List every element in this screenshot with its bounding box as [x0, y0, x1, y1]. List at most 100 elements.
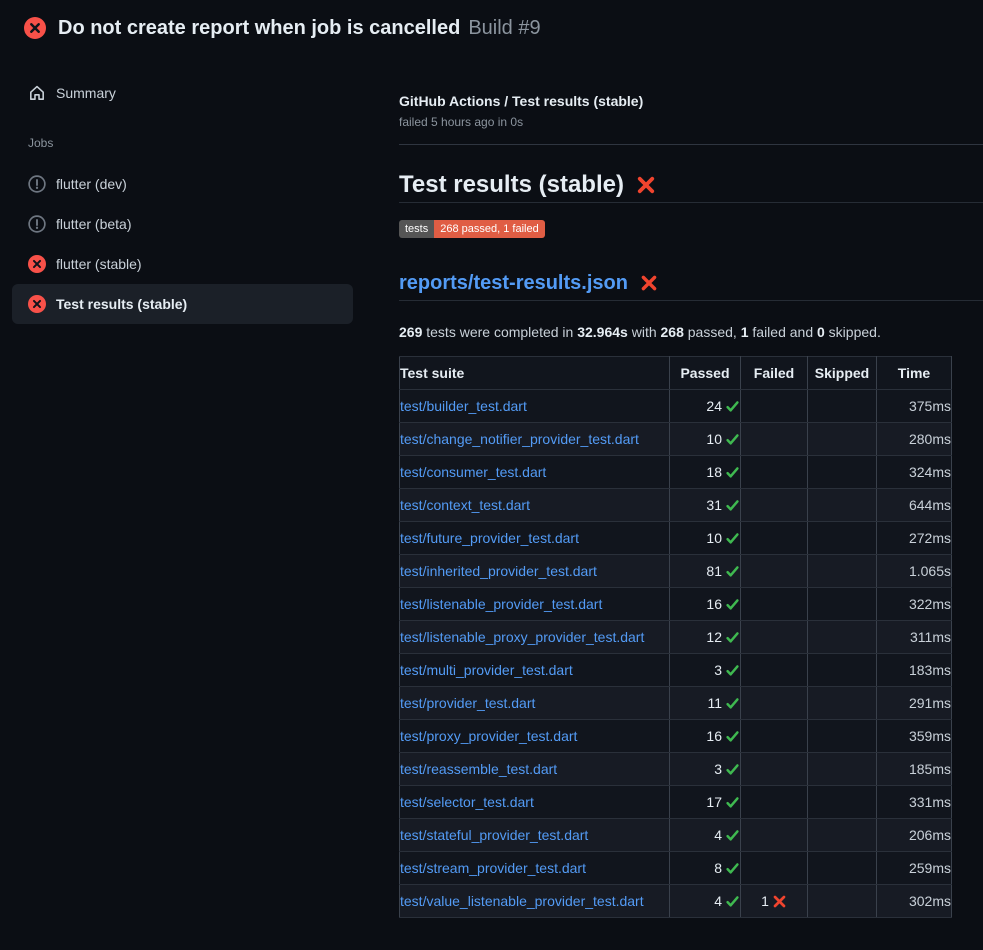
cancelled-status-icon [28, 215, 46, 233]
summary-segment: 269 [399, 324, 422, 340]
failed-status-icon [24, 17, 46, 39]
test-suite-link[interactable]: test/multi_provider_test.dart [400, 662, 573, 678]
test-suite-link[interactable]: test/listenable_provider_test.dart [400, 596, 602, 612]
check-icon [725, 564, 740, 579]
failed-cell [741, 621, 808, 654]
passed-cell: 3 [670, 654, 741, 687]
passed-cell: 24 [670, 390, 741, 423]
time-cell: 375ms [877, 390, 952, 423]
suite-cell: test/stream_provider_test.dart [400, 852, 670, 885]
table-row: test/provider_test.dart11291ms [400, 687, 952, 720]
home-icon [28, 84, 46, 102]
col-failed: Failed [741, 357, 808, 390]
time-cell: 324ms [877, 456, 952, 489]
report-title: reports/test-results.json [399, 270, 983, 301]
check-icon [725, 861, 740, 876]
passed-count: 3 [714, 662, 722, 678]
suite-cell: test/inherited_provider_test.dart [400, 555, 670, 588]
test-suite-link[interactable]: test/context_test.dart [400, 497, 530, 513]
test-suite-link[interactable]: test/change_notifier_provider_test.dart [400, 431, 639, 447]
summary-segment: 32.964s [577, 324, 628, 340]
test-suite-link[interactable]: test/stateful_provider_test.dart [400, 827, 588, 843]
sidebar-item-summary[interactable]: Summary [12, 73, 353, 113]
summary-segment: tests were completed in [422, 324, 577, 340]
failed-status-icon [28, 295, 46, 313]
passed-count: 17 [706, 794, 722, 810]
summary-segment: failed and [749, 324, 818, 340]
failed-cell [741, 489, 808, 522]
sidebar: Summary Jobs flutter (dev)flutter (beta)… [12, 73, 353, 324]
suite-cell: test/reassemble_test.dart [400, 753, 670, 786]
sidebar-summary-label: Summary [56, 85, 116, 101]
suite-cell: test/value_listenable_provider_test.dart [400, 885, 670, 918]
failed-cell [741, 786, 808, 819]
suite-cell: test/multi_provider_test.dart [400, 654, 670, 687]
passed-count: 16 [706, 728, 722, 744]
passed-count: 18 [706, 464, 722, 480]
time-cell: 311ms [877, 621, 952, 654]
test-suite-link[interactable]: test/inherited_provider_test.dart [400, 563, 597, 579]
test-suite-link[interactable]: test/reassemble_test.dart [400, 761, 557, 777]
summary-segment: passed, [684, 324, 741, 340]
sidebar-item-flutter-stable-[interactable]: flutter (stable) [12, 244, 353, 284]
skipped-cell [808, 621, 877, 654]
test-suite-link[interactable]: test/stream_provider_test.dart [400, 860, 586, 876]
failed-cell [741, 852, 808, 885]
time-cell: 183ms [877, 654, 952, 687]
test-suite-link[interactable]: test/listenable_proxy_provider_test.dart [400, 629, 644, 645]
test-suite-link[interactable]: test/proxy_provider_test.dart [400, 728, 577, 744]
breadcrumb: GitHub Actions / Test results (stable) [399, 92, 983, 110]
sidebar-item-label: flutter (dev) [56, 176, 127, 192]
failed-cell [741, 522, 808, 555]
passed-cell: 18 [670, 456, 741, 489]
test-suite-link[interactable]: test/selector_test.dart [400, 794, 534, 810]
failed-cell: 1 [741, 885, 808, 918]
skipped-cell [808, 885, 877, 918]
time-cell: 206ms [877, 819, 952, 852]
sidebar-jobs-list: flutter (dev) flutter (beta)flutter (stab… [12, 164, 353, 324]
test-suite-link[interactable]: test/provider_test.dart [400, 695, 535, 711]
passed-count: 24 [706, 398, 722, 414]
cancelled-status-icon [28, 175, 46, 193]
failed-x-icon [636, 175, 656, 195]
divider [399, 144, 983, 145]
sidebar-item-flutter-dev-[interactable]: flutter (dev) [12, 164, 353, 204]
failed-cell [741, 588, 808, 621]
skipped-cell [808, 786, 877, 819]
check-icon [725, 696, 740, 711]
skipped-cell [808, 753, 877, 786]
col-time: Time [877, 357, 952, 390]
summary-line: 269 tests were completed in 32.964s with… [399, 322, 983, 342]
passed-count: 8 [714, 860, 722, 876]
col-skipped: Skipped [808, 357, 877, 390]
passed-cell: 8 [670, 852, 741, 885]
check-icon [725, 630, 740, 645]
suite-cell: test/future_provider_test.dart [400, 522, 670, 555]
run-meta: failed 5 hours ago in 0s [399, 114, 983, 130]
passed-count: 12 [706, 629, 722, 645]
passed-cell: 4 [670, 885, 741, 918]
time-cell: 272ms [877, 522, 952, 555]
sidebar-item-flutter-beta-[interactable]: flutter (beta) [12, 204, 353, 244]
check-icon [725, 432, 740, 447]
test-suite-link[interactable]: test/builder_test.dart [400, 398, 527, 414]
sidebar-item-test-results-stable-[interactable]: Test results (stable) [12, 284, 353, 324]
failed-cell [741, 687, 808, 720]
failed-count: 1 [761, 893, 769, 909]
test-suite-link[interactable]: test/consumer_test.dart [400, 464, 546, 480]
test-suite-link[interactable]: test/future_provider_test.dart [400, 530, 579, 546]
table-row: test/builder_test.dart 24 375ms [400, 390, 952, 423]
test-suite-link[interactable]: test/value_listenable_provider_test.dart [400, 893, 644, 909]
x-icon [772, 894, 787, 909]
check-icon [725, 762, 740, 777]
check-icon [725, 729, 740, 744]
time-cell: 185ms [877, 753, 952, 786]
table-header-row: Test suite Passed Failed Skipped Time [400, 357, 952, 390]
failed-cell [741, 819, 808, 852]
report-file-link[interactable]: reports/test-results.json [399, 270, 628, 296]
passed-cell: 11 [670, 687, 741, 720]
passed-count: 10 [706, 431, 722, 447]
skipped-cell [808, 423, 877, 456]
suite-cell: test/context_test.dart [400, 489, 670, 522]
table-row: test/stream_provider_test.dart8259ms [400, 852, 952, 885]
